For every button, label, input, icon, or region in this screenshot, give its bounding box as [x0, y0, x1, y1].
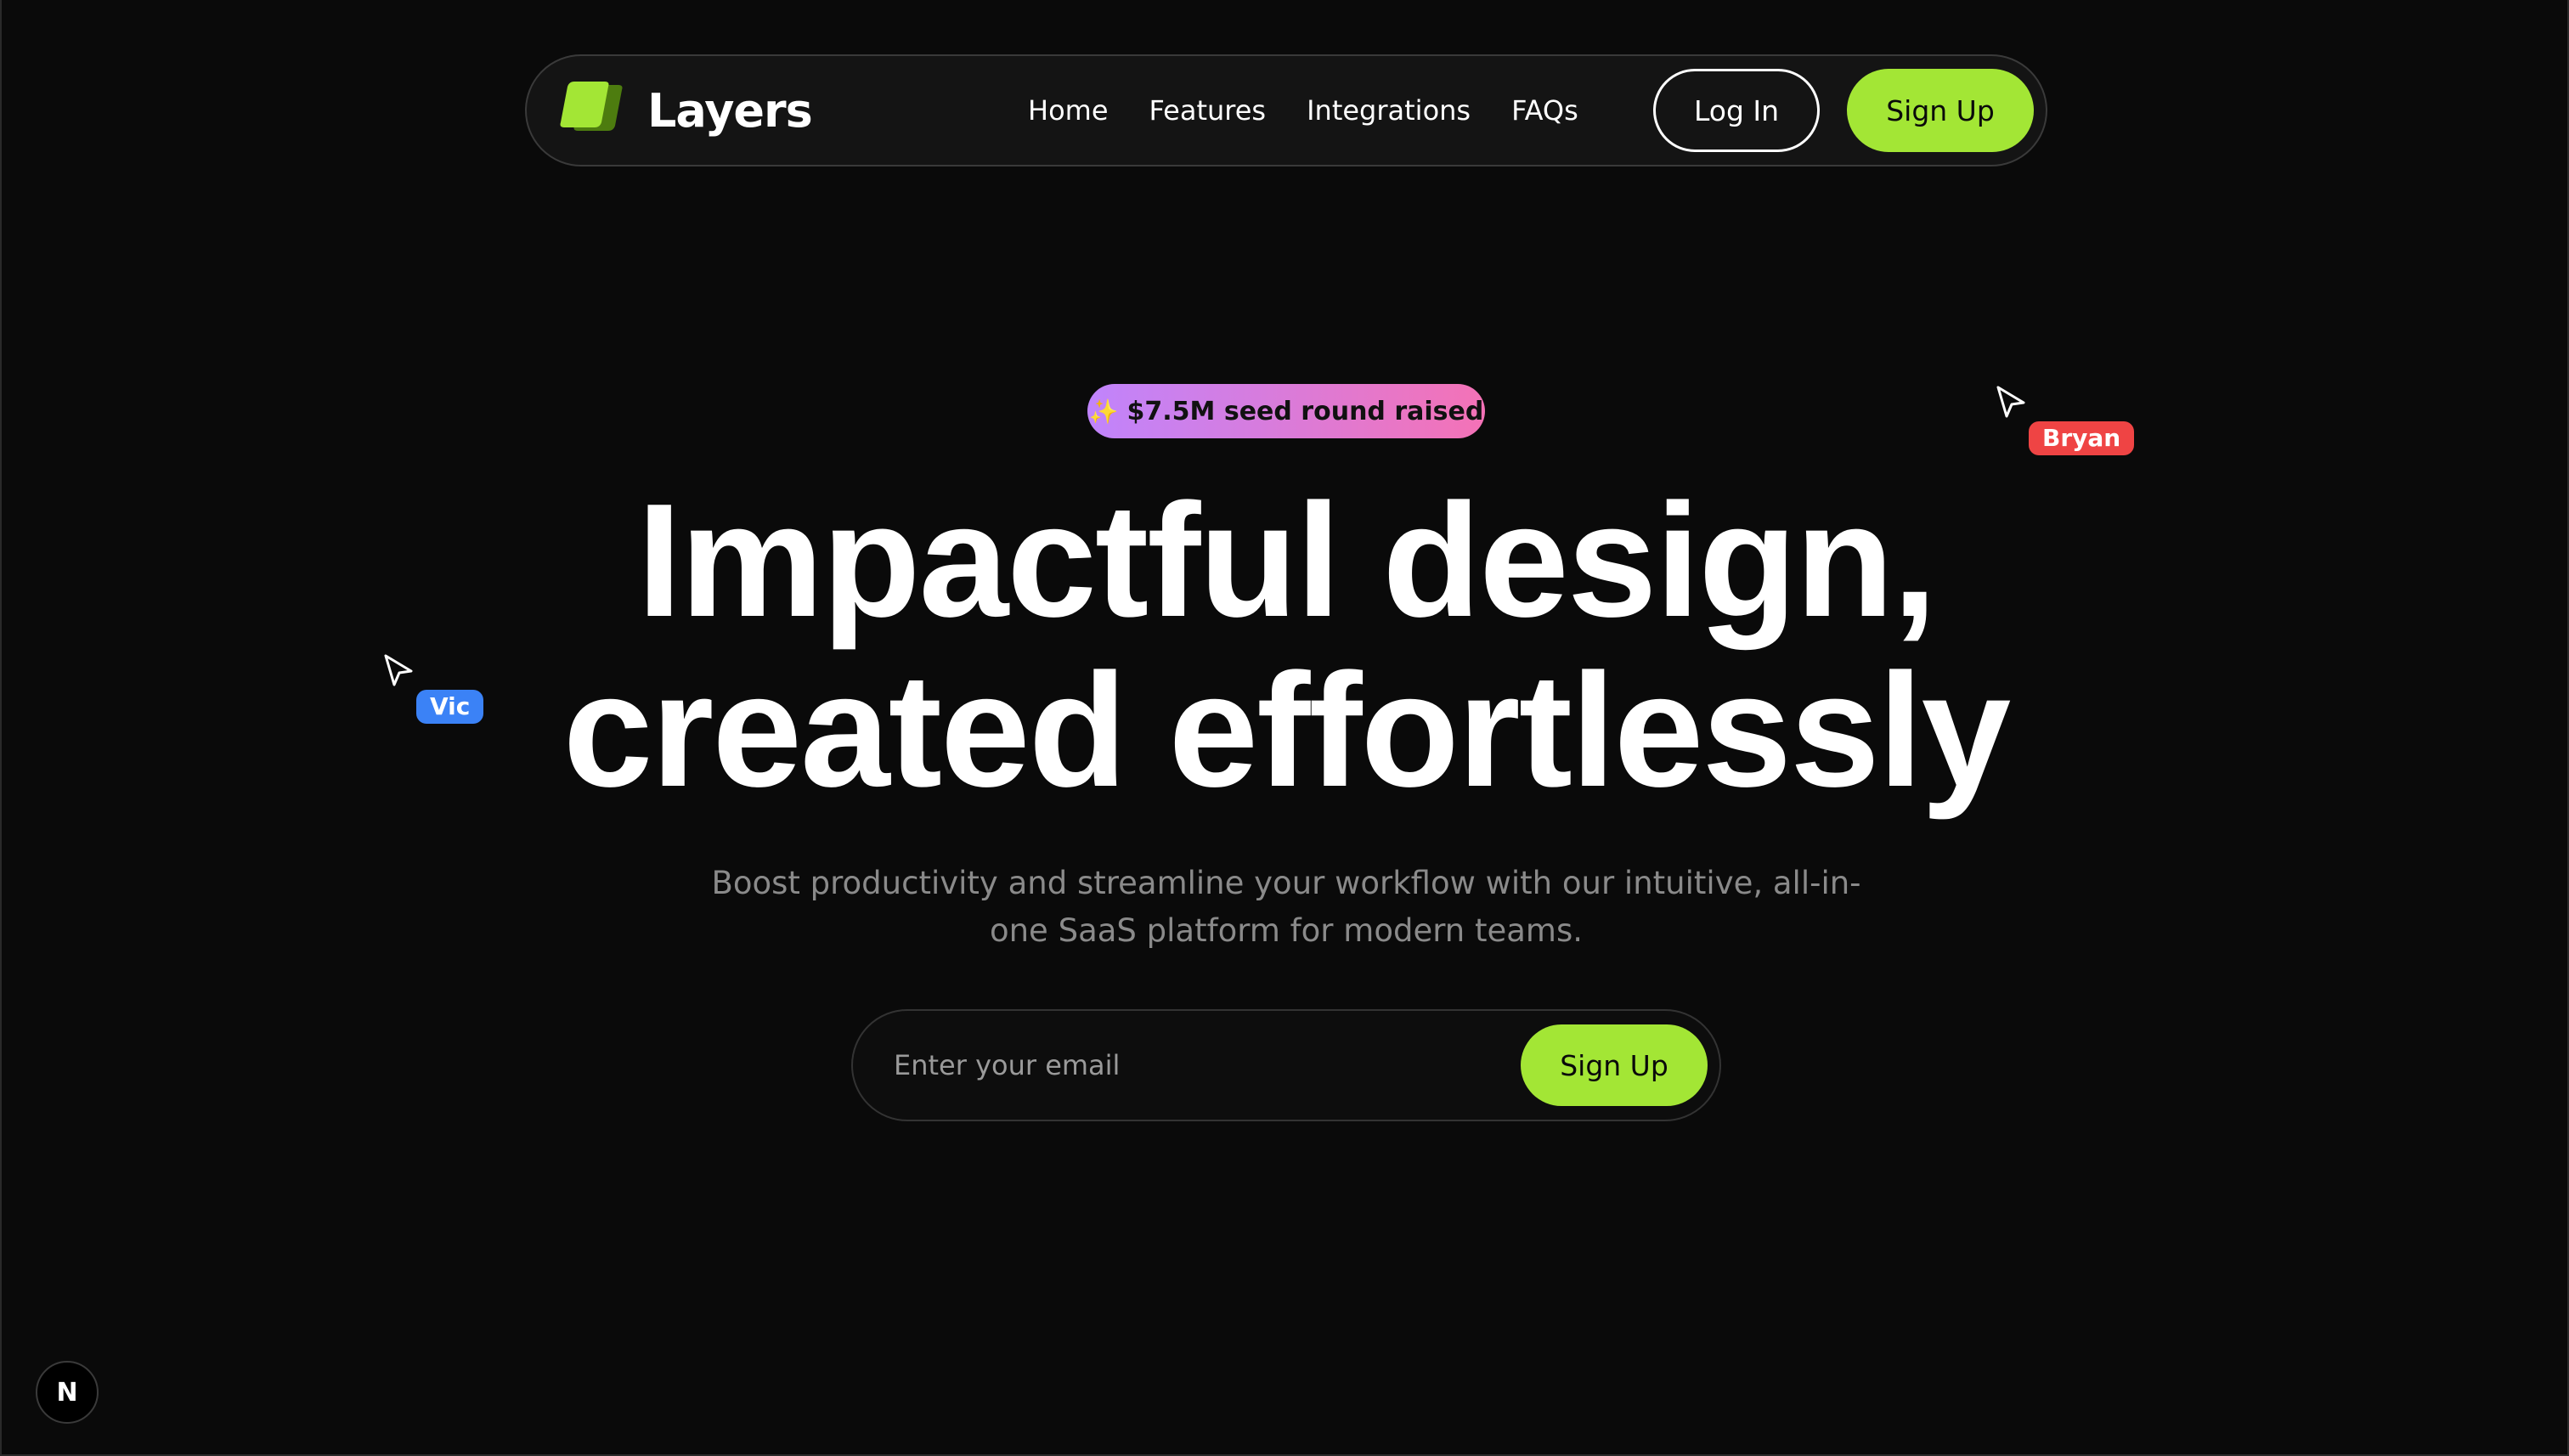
landing-page: Layers Home Features Integrations FAQs L… — [0, 0, 2569, 1456]
nav-link-integrations[interactable]: Integrations — [1307, 94, 1471, 127]
nav-link-features[interactable]: Features — [1149, 94, 1267, 127]
nav-link-faqs[interactable]: FAQs — [1511, 94, 1578, 127]
signup-button[interactable]: Sign Up — [1847, 69, 2034, 152]
brand[interactable]: Layers — [552, 71, 813, 150]
nav-link-home[interactable]: Home — [1028, 94, 1109, 127]
cursor-pointer-icon — [1995, 384, 2029, 420]
navbar: Layers Home Features Integrations FAQs L… — [525, 54, 2047, 166]
nav-links: Home Features Integrations FAQs — [1028, 56, 1578, 165]
sparkle-icon: ✨ — [1088, 397, 1119, 426]
form-signup-button[interactable]: Sign Up — [1521, 1024, 1708, 1106]
email-input[interactable] — [894, 1049, 1521, 1081]
login-button[interactable]: Log In — [1653, 69, 1820, 152]
nav-actions: Log In Sign Up — [1653, 56, 2034, 165]
hero-title: Impactful design, created effortlessly — [2, 476, 2569, 815]
hero-subtitle: Boost productivity and streamline your w… — [711, 865, 1861, 949]
funding-badge-text: $7.5M seed round raised — [1126, 396, 1484, 426]
funding-badge: ✨ $7.5M seed round raised — [1087, 384, 1485, 438]
hero-title-line-2: created effortlessly — [562, 641, 2011, 821]
cursor-label-bryan: Bryan — [2029, 421, 2135, 455]
hero-title-line-1: Impactful design, — [636, 471, 1937, 651]
brand-name: Layers — [647, 83, 813, 138]
layers-logo-icon — [552, 71, 630, 150]
email-signup-form: Sign Up — [851, 1009, 1721, 1121]
dev-tools-badge[interactable]: N — [36, 1361, 99, 1424]
